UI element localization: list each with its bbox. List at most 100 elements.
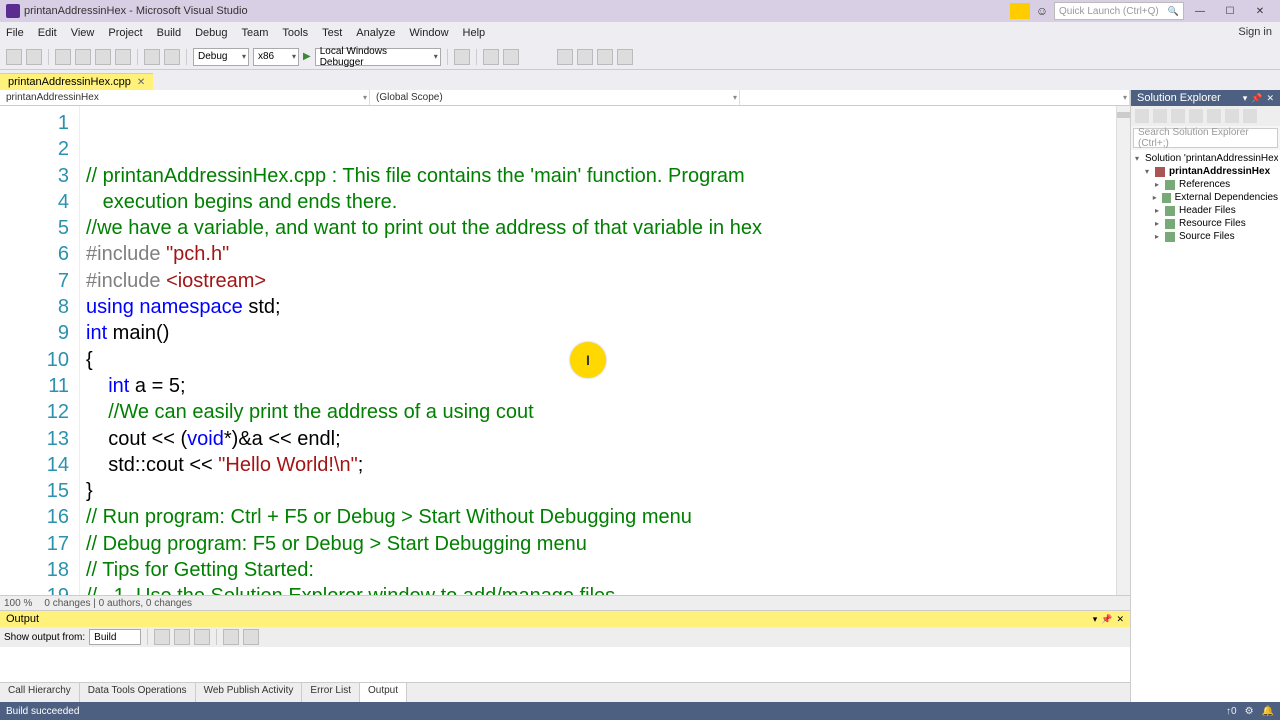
maximize-button[interactable]: ☐ [1216, 2, 1244, 20]
output-close-icon[interactable]: ✕ [1116, 614, 1124, 625]
changes-label: 0 changes | 0 authors, 0 changes [44, 598, 192, 609]
feedback-icon[interactable]: ☺ [1034, 3, 1050, 19]
output-title[interactable]: Output ▾ 📌 ✕ [0, 611, 1130, 627]
menu-build[interactable]: Build [157, 27, 181, 39]
menubar: File Edit View Project Build Debug Team Tools Te… [0, 22, 1280, 44]
file-tab[interactable]: printanAddressinHex.cpp ✕ [0, 73, 153, 90]
se-pin-icon[interactable]: 📌 [1251, 93, 1262, 104]
menu-analyze[interactable]: Analyze [356, 27, 395, 39]
tree-item[interactable]: ▸Header Files [1133, 204, 1278, 217]
menu-team[interactable]: Team [242, 27, 269, 39]
close-button[interactable]: ✕ [1246, 2, 1274, 20]
sign-in-link[interactable]: Sign in [1238, 26, 1272, 38]
tool-btn-1[interactable] [454, 49, 470, 65]
nav-member-dropdown[interactable] [740, 90, 1130, 105]
code-text[interactable]: // printanAddressinHex.cpp : This file c… [80, 106, 1116, 595]
new-button[interactable] [55, 49, 71, 65]
se-tb7[interactable] [1243, 109, 1257, 123]
status-msg: Build succeeded [6, 706, 79, 717]
minimize-button[interactable]: — [1186, 2, 1214, 20]
step-into-button[interactable] [597, 49, 613, 65]
nav-scope-dropdown[interactable]: (Global Scope) [370, 90, 740, 105]
op-btn1[interactable] [154, 629, 170, 645]
menu-project[interactable]: Project [108, 27, 142, 39]
tool-btn-2[interactable] [483, 49, 499, 65]
zoom-label: 100 % [4, 598, 32, 609]
show-from-label: Show output from: [4, 632, 85, 643]
step-out-button[interactable] [617, 49, 633, 65]
menu-edit[interactable]: Edit [38, 27, 57, 39]
pin-icon2[interactable]: 📌 [1101, 614, 1112, 625]
op-btn2[interactable] [174, 629, 190, 645]
config-dropdown[interactable]: Debug [193, 48, 249, 66]
close-tab-icon[interactable]: ✕ [137, 77, 145, 88]
editor-info-strip: 100 % 0 changes | 0 authors, 0 changes [0, 595, 1130, 610]
pin-icon[interactable]: ▾ [1093, 614, 1098, 625]
se-tb6[interactable] [1225, 109, 1239, 123]
tree-item[interactable]: ▸Source Files [1133, 230, 1278, 243]
menu-file[interactable]: File [6, 27, 24, 39]
op-btn4[interactable] [223, 629, 239, 645]
se-tb5[interactable] [1207, 109, 1221, 123]
se-refresh-icon[interactable] [1153, 109, 1167, 123]
debugger-dropdown[interactable]: Local Windows Debugger [315, 48, 441, 66]
output-body[interactable] [0, 647, 1130, 682]
save-button[interactable] [95, 49, 111, 65]
status-icon1[interactable]: ↑0 [1226, 706, 1237, 717]
menu-help[interactable]: Help [463, 27, 486, 39]
status-icon3[interactable]: 🔔 [1262, 706, 1274, 717]
menu-debug[interactable]: Debug [195, 27, 227, 39]
menu-view[interactable]: View [71, 27, 95, 39]
vs-logo-icon [6, 4, 20, 18]
tab-web-publish-activity[interactable]: Web Publish Activity [196, 683, 303, 702]
solution-title[interactable]: Solution Explorer ▾ 📌 ✕ [1131, 90, 1280, 106]
app-title: printanAddressinHex - Microsoft Visual S… [24, 5, 248, 17]
output-toolbar: Show output from: Build [0, 627, 1130, 647]
output-panel: Output ▾ 📌 ✕ Show output from: Build [0, 610, 1130, 682]
solution-explorer: Solution Explorer ▾ 📌 ✕ Search Solution … [1130, 90, 1280, 702]
solution-toolbar [1131, 106, 1280, 126]
op-btn3[interactable] [194, 629, 210, 645]
show-from-dropdown[interactable]: Build [89, 629, 141, 645]
menu-window[interactable]: Window [409, 27, 448, 39]
se-tb3[interactable] [1171, 109, 1185, 123]
notification-badge[interactable] [1010, 3, 1030, 19]
tree-item[interactable]: ▸References [1133, 178, 1278, 191]
tab-data-tools-operations[interactable]: Data Tools Operations [80, 683, 196, 702]
op-btn5[interactable] [243, 629, 259, 645]
se-home-icon[interactable] [1135, 109, 1149, 123]
menu-tools[interactable]: Tools [282, 27, 308, 39]
file-tab-row: printanAddressinHex.cpp ✕ [0, 70, 1280, 90]
tool-btn-3[interactable] [503, 49, 519, 65]
tab-call-hierarchy[interactable]: Call Hierarchy [0, 683, 80, 702]
scrollbar-vertical[interactable] [1116, 106, 1130, 595]
quick-launch-input[interactable]: Quick Launch (Ctrl+Q) 🔍 [1054, 2, 1184, 20]
nav-fwd-button[interactable] [26, 49, 42, 65]
nav-back-button[interactable] [6, 49, 22, 65]
save-all-button[interactable] [115, 49, 131, 65]
tree-item[interactable]: ▸External Dependencies [1133, 191, 1278, 204]
tree-item[interactable]: ▾Solution 'printanAddressinHex' (1 [1133, 152, 1278, 165]
tree-item[interactable]: ▸Resource Files [1133, 217, 1278, 230]
cursor-highlight-icon: I [570, 342, 606, 378]
solution-tree[interactable]: ▾Solution 'printanAddressinHex' (1▾print… [1131, 150, 1280, 702]
step-over-button[interactable] [577, 49, 593, 65]
redo-button[interactable] [164, 49, 180, 65]
se-close-icon[interactable]: ✕ [1266, 93, 1274, 104]
platform-dropdown[interactable]: x86 [253, 48, 299, 66]
stop-button[interactable] [557, 49, 573, 65]
start-debug-icon[interactable]: ▶ [303, 51, 311, 62]
code-editor[interactable]: 12345678910111213141516171819 // printan… [0, 106, 1130, 595]
nav-file-dropdown[interactable]: printanAddressinHex [0, 90, 370, 105]
undo-button[interactable] [144, 49, 160, 65]
open-button[interactable] [75, 49, 91, 65]
se-tb4[interactable] [1189, 109, 1203, 123]
file-tab-label: printanAddressinHex.cpp [8, 76, 131, 88]
tab-error-list[interactable]: Error List [302, 683, 360, 702]
tab-output[interactable]: Output [360, 683, 407, 702]
status-icon2[interactable]: ⚙ [1245, 706, 1254, 717]
menu-test[interactable]: Test [322, 27, 342, 39]
se-dd-icon[interactable]: ▾ [1243, 93, 1248, 104]
solution-search-input[interactable]: Search Solution Explorer (Ctrl+;) [1133, 128, 1278, 148]
tree-item[interactable]: ▾printanAddressinHex [1133, 165, 1278, 178]
